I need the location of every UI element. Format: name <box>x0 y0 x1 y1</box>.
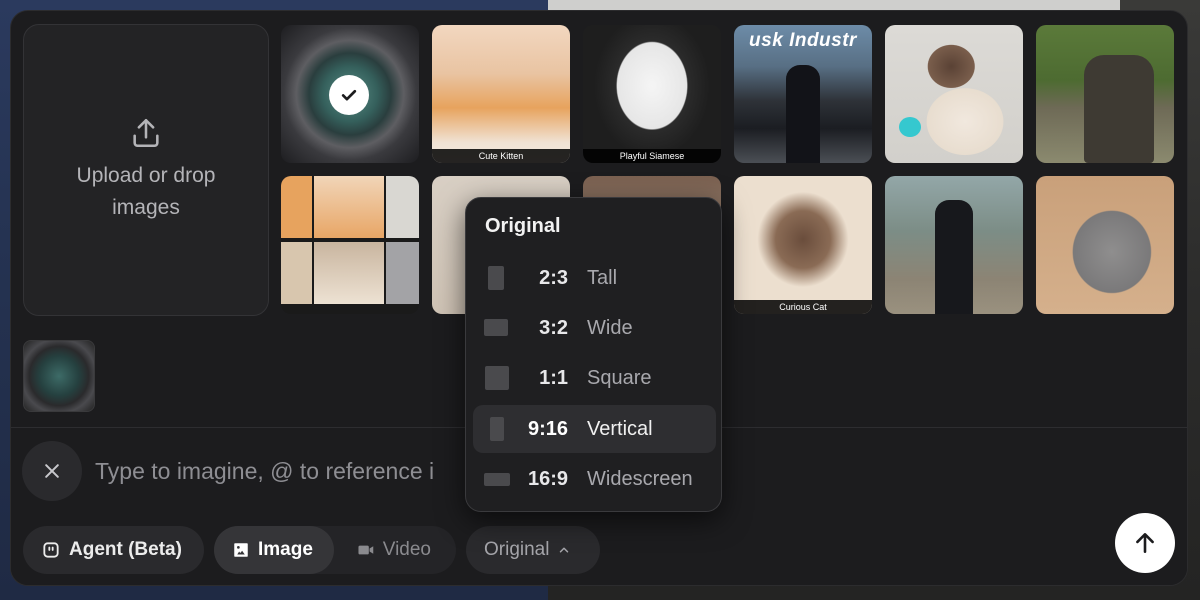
gallery-thumb[interactable]: Curious Cat <box>734 176 872 314</box>
ratio-option-tall[interactable]: 2:3 Tall <box>473 254 716 302</box>
gallery-thumb[interactable]: Playful Siamese <box>583 25 721 163</box>
aspect-ratio-menu: Original 2:3 Tall 3:2 Wide 1:1 Square 9:… <box>465 197 722 512</box>
ratio-label: Vertical <box>587 417 653 440</box>
ratio-option-vertical[interactable]: 9:16 Vertical <box>473 405 716 453</box>
agent-icon <box>43 542 59 558</box>
chevron-up-icon <box>560 547 569 553</box>
upload-dropzone[interactable]: Upload or drop images <box>23 24 269 316</box>
gallery-thumb[interactable]: usk Industr <box>734 25 872 163</box>
video-icon <box>358 545 374 555</box>
square-ratio-icon <box>485 366 509 390</box>
close-icon <box>45 464 59 478</box>
toy-shape <box>899 117 921 137</box>
submit-button[interactable] <box>1115 513 1175 573</box>
ratio-label: Widescreen <box>587 467 693 490</box>
thumb-overline-text: usk Industr <box>749 30 857 51</box>
agent-button[interactable]: Agent (Beta) <box>23 526 204 574</box>
image-mode-label: Image <box>258 539 313 560</box>
tall-ratio-icon <box>488 266 504 290</box>
figure-shape <box>786 65 820 163</box>
image-icon <box>234 543 248 557</box>
background-strip <box>548 0 1120 10</box>
vertical-ratio-icon <box>490 417 504 441</box>
prompt-input[interactable] <box>95 453 475 489</box>
ratio-label: Square <box>587 366 652 389</box>
figure-shape <box>1084 55 1154 163</box>
gallery-thumb-selected[interactable] <box>281 25 419 163</box>
ratio-option-wide[interactable]: 3:2 Wide <box>473 304 716 352</box>
ratio-label: Tall <box>587 266 618 289</box>
thumb-caption: Curious Cat <box>734 300 872 314</box>
gallery-thumb[interactable] <box>1036 25 1174 163</box>
ratio-label: Wide <box>587 316 633 339</box>
ratio-option-widescreen[interactable]: 16:9 Widescreen <box>473 455 716 503</box>
gallery-thumb-collage[interactable] <box>281 176 419 314</box>
selected-check-icon <box>329 75 369 115</box>
ratio-value: 16:9 <box>527 467 568 490</box>
figure-shape <box>935 200 973 314</box>
gallery-thumb[interactable] <box>885 25 1023 163</box>
ratio-value: 2:3 <box>539 266 568 289</box>
agent-label: Agent (Beta) <box>69 539 182 560</box>
image-mode-button[interactable]: Image <box>214 526 334 574</box>
aspect-ratio-button[interactable]: Original <box>466 526 600 574</box>
upload-icon <box>133 118 159 148</box>
thumb-caption: Cute Kitten <box>432 149 570 163</box>
ratio-option-square[interactable]: 1:1 Square <box>473 354 716 402</box>
widescreen-ratio-icon <box>484 473 510 486</box>
ratio-value: 9:16 <box>527 417 568 440</box>
gallery-thumb[interactable] <box>1036 176 1174 314</box>
gallery-thumb[interactable]: Cute Kitten <box>432 25 570 163</box>
clear-button[interactable] <box>22 441 82 501</box>
aspect-ratio-label: Original <box>484 539 550 560</box>
selected-reference-thumb[interactable] <box>23 340 95 412</box>
ratio-value: 1:1 <box>539 366 568 389</box>
ratio-value: 3:2 <box>539 316 568 339</box>
video-mode-button[interactable]: Video <box>339 526 449 574</box>
video-mode-label: Video <box>382 539 431 560</box>
gallery-thumb[interactable] <box>885 176 1023 314</box>
arrow-up-icon <box>1136 533 1154 553</box>
thumb-caption: Playful Siamese <box>583 149 721 163</box>
wide-ratio-icon <box>484 319 508 336</box>
menu-title: Original <box>485 215 561 237</box>
upload-label: Upload or drop images <box>76 164 216 219</box>
